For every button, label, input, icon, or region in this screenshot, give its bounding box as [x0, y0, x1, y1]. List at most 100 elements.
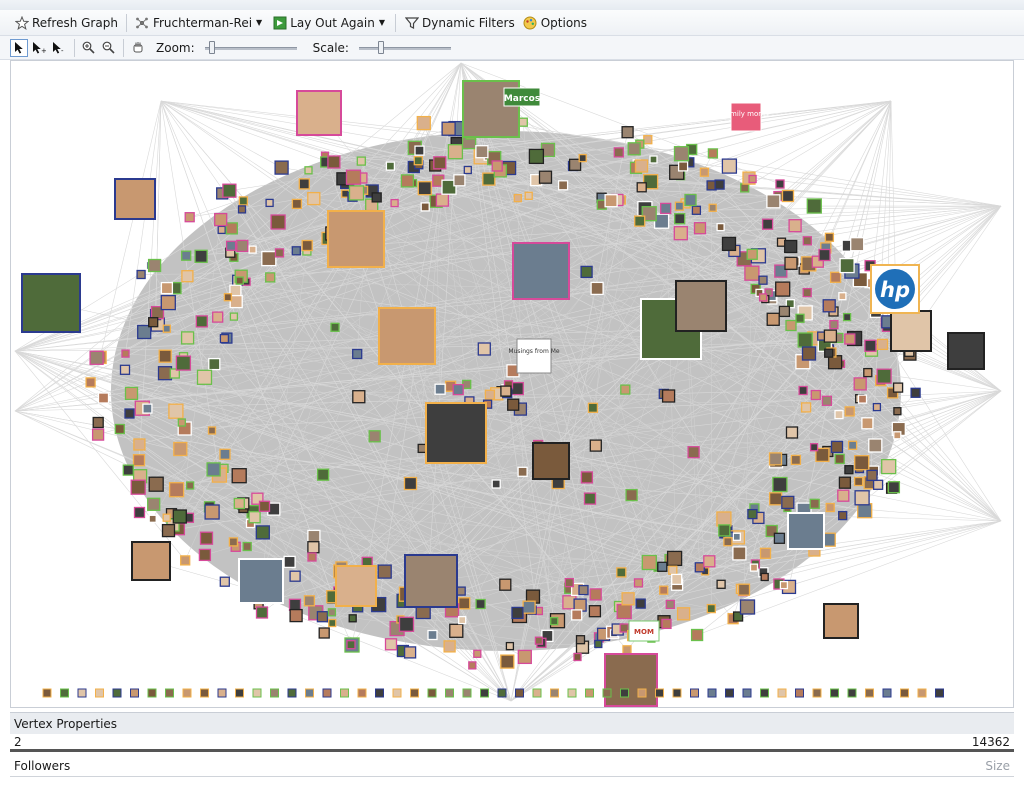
graph-vertex[interactable]	[524, 191, 533, 200]
graph-vertex[interactable]	[219, 333, 230, 344]
isolated-vertex[interactable]	[585, 688, 594, 698]
graph-vertex[interactable]	[316, 468, 330, 481]
graph-vertex[interactable]	[534, 636, 544, 645]
graph-vertex[interactable]	[674, 201, 685, 211]
isolated-vertex[interactable]	[95, 688, 104, 698]
isolated-vertex[interactable]	[707, 688, 717, 698]
isolated-vertex[interactable]	[882, 688, 892, 698]
graph-vertex[interactable]	[400, 174, 415, 188]
graph-vertex[interactable]	[857, 503, 873, 519]
graph-vertex[interactable]	[204, 504, 220, 520]
graph-vertex[interactable]	[668, 565, 678, 575]
graph-vertex[interactable]	[148, 317, 159, 328]
isolated-vertex[interactable]	[497, 688, 507, 698]
graph-vertex[interactable]	[839, 257, 855, 274]
graph-vertex[interactable]	[580, 471, 594, 484]
graph-vertex[interactable]	[130, 479, 146, 495]
graph-vertex[interactable]	[844, 465, 854, 475]
graph-vertex[interactable]	[194, 249, 208, 263]
graph-vertex[interactable]	[844, 406, 855, 417]
graph-vertex[interactable]	[721, 158, 738, 174]
graph-vertex[interactable]	[893, 431, 902, 440]
graph-vertex[interactable]	[564, 577, 574, 588]
isolated-vertex[interactable]	[42, 688, 52, 698]
graph-vertex[interactable]	[441, 121, 456, 136]
graph-vertex[interactable]	[258, 500, 271, 512]
graph-vertex[interactable]	[207, 426, 217, 435]
graph-vertex[interactable]	[641, 554, 657, 571]
graph-vertex[interactable]	[180, 555, 191, 566]
graph-vertex[interactable]	[538, 170, 553, 184]
graph-vertex[interactable]	[716, 222, 725, 232]
graph-vertex[interactable]	[809, 498, 820, 509]
zoom-slider[interactable]	[204, 40, 297, 55]
graph-vertex[interactable]	[162, 324, 171, 333]
graph-vertex[interactable]	[694, 562, 705, 573]
graph-vertex[interactable]	[838, 476, 852, 489]
select-subtract-tool-button[interactable]: -	[50, 39, 68, 57]
graph-vertex[interactable]	[449, 623, 464, 638]
graph-vertex[interactable]	[575, 635, 586, 645]
graph-vertex[interactable]	[892, 382, 904, 393]
graph-vertex[interactable]	[403, 476, 418, 491]
isolated-vertex[interactable]	[760, 688, 769, 698]
graph-vertex[interactable]	[872, 402, 882, 412]
graph-vertex[interactable]	[665, 599, 675, 610]
graph-vertex[interactable]	[119, 364, 131, 375]
select-add-tool-button[interactable]: +	[30, 39, 48, 57]
graph-vertex[interactable]	[212, 311, 224, 323]
graph-vertex[interactable]	[89, 350, 104, 365]
isolated-vertex[interactable]	[462, 688, 472, 698]
graph-vertex[interactable]	[217, 225, 226, 235]
graph-vertex[interactable]	[356, 156, 366, 166]
graph-vertex[interactable]	[716, 579, 726, 589]
graph-vertex[interactable]	[693, 222, 707, 235]
graph-vertex[interactable]	[453, 174, 466, 187]
graph-vertex[interactable]	[214, 212, 228, 227]
graph-vertex[interactable]	[417, 181, 432, 196]
graph-vertex[interactable]	[604, 653, 658, 707]
graph-vertex[interactable]	[748, 174, 757, 184]
graph-vertex[interactable]	[160, 281, 174, 295]
graph-vertex[interactable]	[512, 242, 570, 300]
layout-type-dropdown[interactable]: Fruchterman-Rei ▼	[131, 12, 268, 34]
graph-vertex[interactable]	[627, 142, 641, 156]
graph-vertex[interactable]	[768, 492, 783, 506]
graph-vertex[interactable]	[687, 446, 700, 459]
graph-vertex[interactable]	[838, 510, 848, 521]
graph-vertex[interactable]	[716, 511, 732, 527]
graph-vertex[interactable]	[746, 248, 758, 260]
graph-vertex[interactable]	[97, 392, 110, 404]
graph-vertex[interactable]	[876, 338, 889, 351]
zoom-in-button[interactable]	[79, 39, 97, 57]
graph-vertex[interactable]	[818, 248, 831, 262]
graph-vertex[interactable]	[657, 561, 668, 572]
graph-vertex[interactable]	[620, 384, 631, 395]
graph-vertex[interactable]	[352, 390, 366, 404]
isolated-vertex[interactable]	[550, 688, 559, 698]
graph-vertex[interactable]	[307, 191, 321, 206]
graph-vertex[interactable]	[825, 502, 835, 513]
graph-vertex[interactable]	[821, 395, 833, 406]
graph-vertex[interactable]	[616, 603, 632, 620]
graph-vertex[interactable]	[499, 578, 512, 591]
graph-vertex[interactable]	[157, 366, 173, 381]
graph-vertex[interactable]	[834, 453, 845, 465]
isolated-vertex[interactable]	[375, 688, 384, 698]
graph-vertex[interactable]	[613, 147, 624, 158]
graph-vertex[interactable]	[850, 237, 865, 252]
graph-vertex[interactable]	[795, 313, 805, 323]
isolated-vertex[interactable]	[480, 688, 489, 698]
graph-vertex[interactable]	[532, 442, 570, 480]
graph-vertex[interactable]	[238, 558, 284, 604]
graph-vertex[interactable]	[578, 153, 587, 163]
graph-vertex[interactable]	[633, 578, 644, 588]
graph-vertex[interactable]	[208, 357, 221, 371]
graph-vertex[interactable]	[594, 639, 603, 649]
dynamic-filters-button[interactable]: Dynamic Filters	[400, 12, 519, 34]
graph-vertex[interactable]	[810, 389, 821, 401]
graph-vertex[interactable]	[768, 452, 783, 466]
graph-vertex[interactable]	[482, 172, 496, 186]
graph-vertex[interactable]	[661, 389, 676, 403]
graph-vertex[interactable]	[199, 531, 214, 545]
